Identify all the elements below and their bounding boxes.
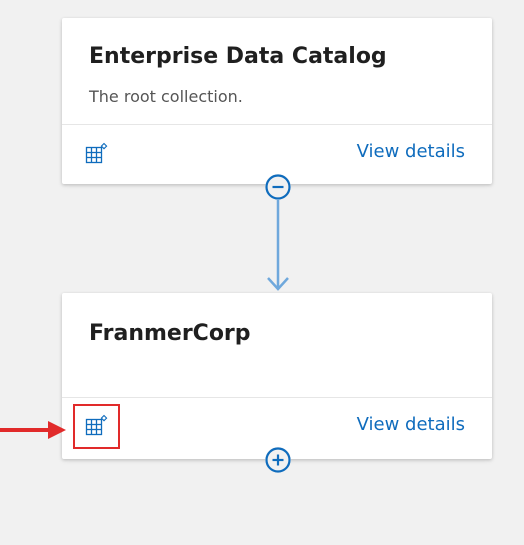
card-title: FranmerCorp (89, 321, 251, 346)
red-arrow-icon (0, 421, 66, 439)
expand-plus-icon[interactable] (265, 447, 291, 473)
collapse-minus-icon[interactable] (265, 174, 291, 200)
highlight-box (73, 404, 120, 449)
view-details-link[interactable]: View details (357, 141, 465, 162)
card-description: The root collection. (89, 87, 243, 106)
grid-sparkle-icon[interactable] (84, 141, 110, 167)
card-title: Enterprise Data Catalog (89, 44, 387, 69)
collection-card-root: Enterprise Data Catalog The root collect… (62, 18, 492, 184)
card-header: FranmerCorp (62, 293, 492, 398)
card-header: Enterprise Data Catalog The root collect… (62, 18, 492, 125)
view-details-link[interactable]: View details (357, 414, 465, 435)
grid-sparkle-icon[interactable] (84, 519, 110, 545)
connector-arrow (267, 199, 289, 291)
